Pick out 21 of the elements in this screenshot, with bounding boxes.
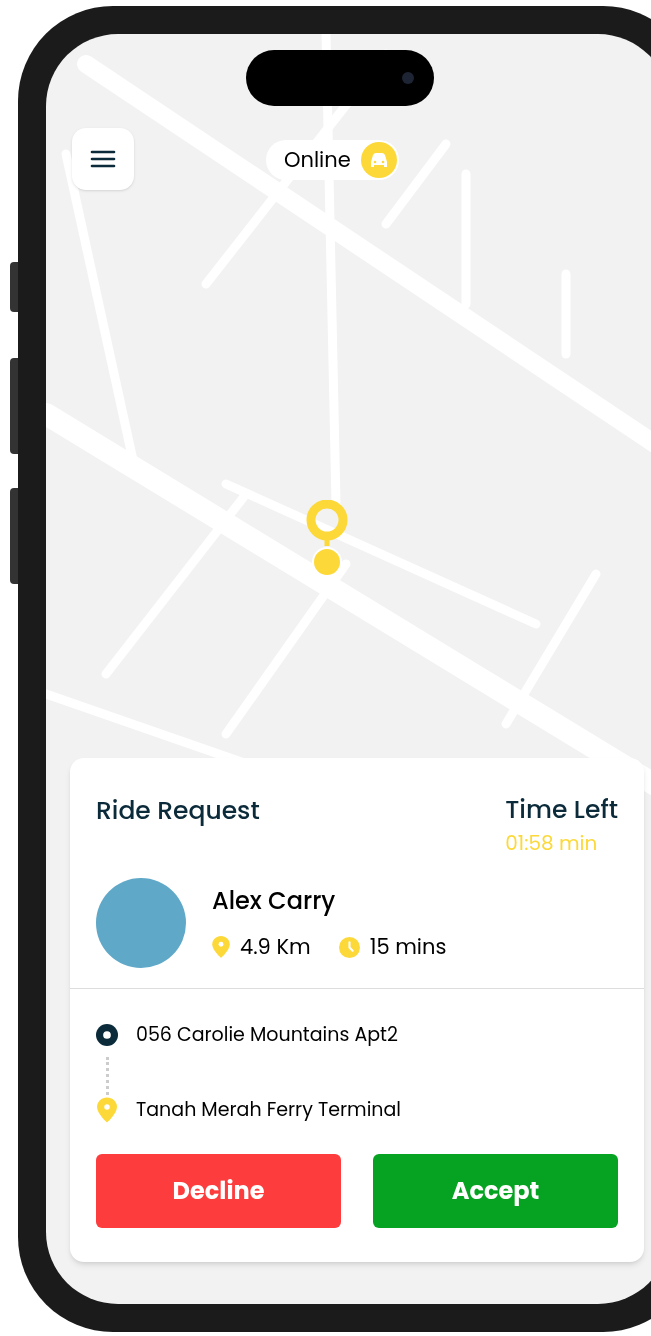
menu-button[interactable] xyxy=(72,128,134,190)
time-left-value: 01:58 min xyxy=(505,828,599,858)
location-pin-icon xyxy=(97,1096,117,1123)
accept-button[interactable]: Accept xyxy=(373,1154,618,1228)
duration-text: 15 mins xyxy=(369,931,447,963)
rider-name: Alex Carry xyxy=(212,883,337,920)
route-address: 056 Carolie Mountains Apt2 xyxy=(136,1021,398,1050)
distance-text: 4.9 Km xyxy=(240,931,311,963)
menu-icon xyxy=(90,150,116,168)
card-title: Ride Request xyxy=(96,792,260,830)
route-address: Tanah Merah Ferry Terminal xyxy=(136,1095,402,1124)
location-marker-icon xyxy=(305,500,349,578)
decline-button[interactable]: Decline xyxy=(96,1154,341,1228)
pickup-dot-icon xyxy=(96,1024,118,1047)
clock-icon xyxy=(338,936,360,958)
time-left-label: Time Left xyxy=(505,792,618,828)
car-icon xyxy=(360,142,397,178)
camera-icon xyxy=(402,72,414,84)
status-chip[interactable]: Online xyxy=(266,140,399,180)
location-pin-icon xyxy=(212,936,230,958)
status-label: Online xyxy=(284,144,351,176)
